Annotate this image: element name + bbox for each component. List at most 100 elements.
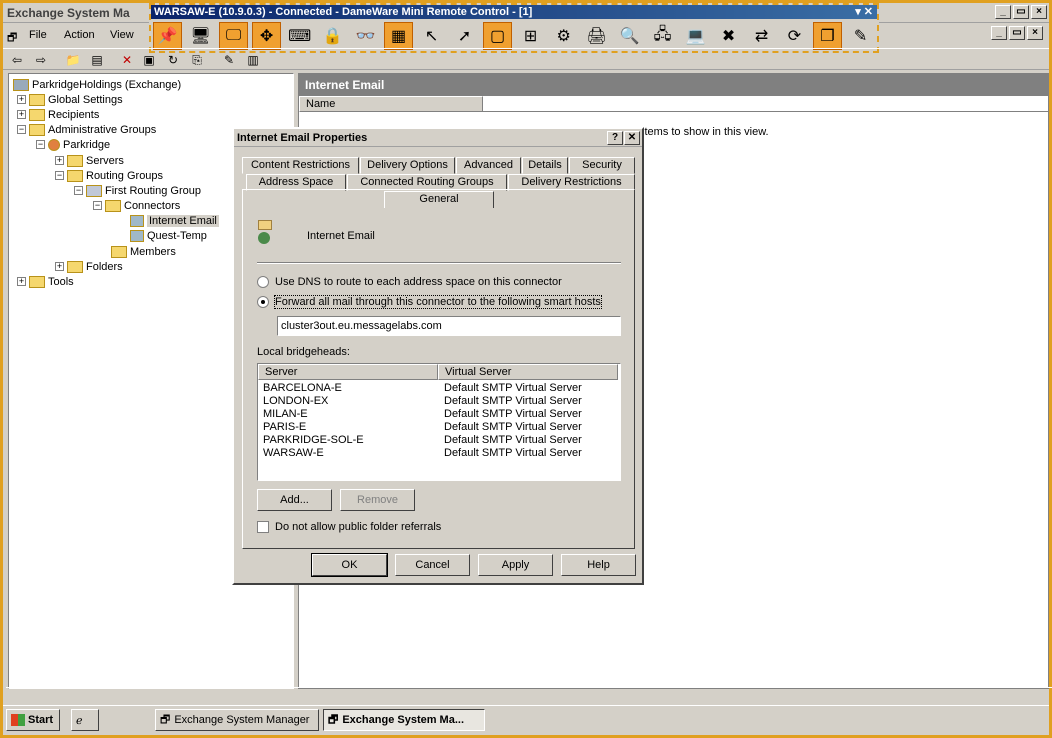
status-bar [6,687,1052,705]
collapse-icon[interactable]: − [55,171,64,180]
remove-button[interactable]: Remove [340,489,415,511]
bridgeheads-list[interactable]: Server Virtual Server BARCELONA-E Default… [257,363,621,481]
tree-node-root[interactable]: ParkridgeHoldings (Exchange) [13,77,181,92]
tree-node-folders[interactable]: + Folders [55,259,123,274]
properties-dialog: Internet Email Properties ? ✕ Content Re… [232,127,644,585]
column-server[interactable]: Server [258,364,438,380]
divider [257,262,621,264]
column-name[interactable]: Name [299,96,483,112]
connector-icon [130,214,144,227]
folder-icon [67,260,83,273]
tree-node-tools[interactable]: + Tools [17,274,74,289]
help-icon[interactable]: ✎ [221,52,237,68]
refresh-icon[interactable]: ↻ [165,52,181,68]
menubar: 🗗 File Action View _ ▭ × [3,25,1049,45]
tree-node-servers[interactable]: + Servers [55,153,124,168]
dameware-title: WARSAW-E (10.9.0.3) - Connected - DameWa… [151,5,877,19]
menu-view[interactable]: View [110,29,134,41]
properties-icon[interactable]: ▣ [141,52,157,68]
tree-node-recipients[interactable]: + Recipients [17,107,99,122]
task-exchange-system-manager-1[interactable]: 🗗 Exchange System Manager [155,709,319,731]
tab-security[interactable]: Security [569,157,635,174]
bridgeheads-label: Local bridgeheads: [257,346,350,358]
app-icon: 🗗 [160,713,171,726]
show-tree-icon[interactable]: ▤ [89,52,105,68]
help-button[interactable]: Help [561,554,636,576]
collapse-icon[interactable]: − [17,125,26,134]
tab-delivery-options[interactable]: Delivery Options [360,157,455,174]
expand-icon[interactable]: + [17,277,26,286]
task-exchange-system-manager-2[interactable]: 🗗 Exchange System Ma... [323,709,485,731]
details-header: Internet Email [299,74,1048,96]
ok-button[interactable]: OK [311,553,388,577]
child-close-button[interactable]: × [1027,26,1043,40]
expand-icon[interactable]: + [55,156,64,165]
routing-group-icon [86,184,102,197]
tab-content-restrictions[interactable]: Content Restrictions [242,157,359,174]
menu-action[interactable]: Action [64,29,95,41]
expand-icon[interactable]: + [17,95,26,104]
expand-icon[interactable]: + [55,262,64,271]
tab-advanced[interactable]: Advanced [456,157,521,174]
radio-dns-option[interactable]: Use DNS to route to each address space o… [257,276,562,288]
expand-icon[interactable]: + [17,110,26,119]
tree-node-global-settings[interactable]: + Global Settings [17,92,123,107]
smart-host-input[interactable]: cluster3out.eu.messagelabs.com [277,316,621,336]
folder-icon [111,245,127,258]
list-item[interactable]: BARCELONA-E Default SMTP Virtual Server [263,382,582,395]
radio-dns[interactable] [257,276,269,288]
dialog-help-button[interactable]: ? [607,131,623,145]
tree-node-parkridge[interactable]: − Parkridge [36,137,110,152]
column-virtual-server[interactable]: Virtual Server [438,364,618,380]
cancel-button[interactable]: Cancel [395,554,470,576]
list-item[interactable]: MILAN-E Default SMTP Virtual Server [263,408,582,421]
app-icon[interactable]: 🗗 [7,29,17,48]
collapse-icon[interactable]: − [36,140,45,149]
tree-node-admin-groups[interactable]: − Administrative Groups [17,122,156,137]
list-item[interactable]: PARIS-E Default SMTP Virtual Server [263,421,582,434]
radio-forward[interactable] [257,296,269,308]
tree-node-members[interactable]: Members [111,244,176,259]
public-folder-checkbox[interactable] [257,521,269,533]
public-folder-option[interactable]: Do not allow public folder referrals [257,521,441,533]
folder-icon [67,169,83,182]
dialog-close-button[interactable]: ✕ [624,131,640,145]
exchange-org-icon [13,78,29,91]
add-button[interactable]: Add... [257,489,332,511]
folder-icon [29,108,45,121]
apply-button[interactable]: Apply [478,554,553,576]
list-item[interactable]: WARSAW-E Default SMTP Virtual Server [263,447,582,460]
tree-node-routing-groups[interactable]: − Routing Groups [55,168,163,183]
forward-icon[interactable]: ⇨ [33,52,49,68]
window-controls: _ ▭ × [995,5,1047,19]
console-icon[interactable]: ▥ [245,52,261,68]
smtp-connector-icon [258,220,280,246]
child-restore-button[interactable]: ▭ [1009,26,1025,40]
export-icon[interactable]: ⎘ [189,52,205,68]
dameware-window-controls[interactable]: ▾ ✕ [855,5,873,19]
back-icon[interactable]: ⇦ [9,52,25,68]
child-minimize-button[interactable]: _ [991,26,1007,40]
ie-quicklaunch-icon[interactable]: ℯ [71,709,99,731]
folder-icon [105,199,121,212]
tab-general[interactable]: General [384,191,494,208]
collapse-icon[interactable]: − [93,201,102,210]
restore-button[interactable]: ▭ [1013,5,1029,19]
delete-icon[interactable]: ✕ [119,52,135,68]
tree-node-quest-temp[interactable]: Quest-Temp [130,228,207,243]
minimize-button[interactable]: _ [995,5,1011,19]
list-item[interactable]: LONDON-EX Default SMTP Virtual Server [263,395,582,408]
up-folder-icon[interactable]: 📁 [65,52,81,68]
collapse-icon[interactable]: − [74,186,83,195]
tree-node-first-routing-group[interactable]: − First Routing Group [74,183,201,198]
close-button[interactable]: × [1031,5,1047,19]
menu-file[interactable]: File [29,29,47,41]
tree-node-connectors[interactable]: − Connectors [93,198,180,213]
dialog-titlebar: Internet Email Properties ? ✕ [234,129,642,147]
folder-icon [67,154,83,167]
list-item[interactable]: PARKRIDGE-SOL-E Default SMTP Virtual Serv… [263,434,582,447]
radio-forward-option[interactable]: Forward all mail through this connector … [257,295,602,309]
start-button[interactable]: Start [6,709,60,731]
tab-details[interactable]: Details [522,157,568,174]
tree-node-internet-email[interactable]: Internet Email [130,213,219,228]
